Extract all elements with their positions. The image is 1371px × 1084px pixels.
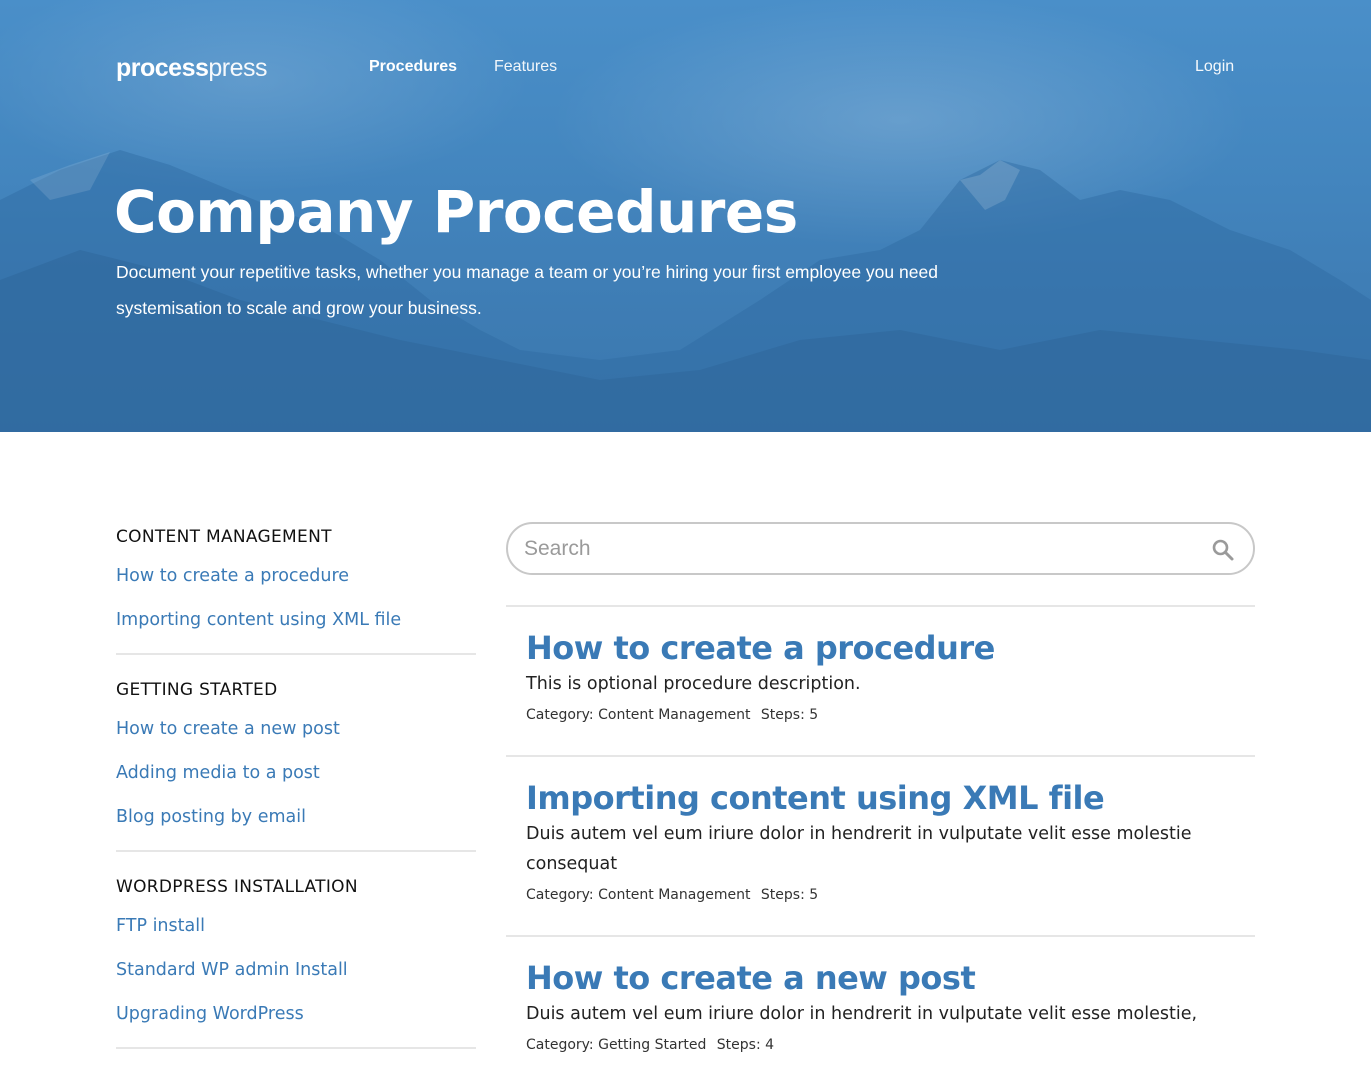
results-list: How to create a procedure This is option… [506,605,1255,1077]
top-navigation: processpress Procedures Features Login [0,0,1371,136]
result-meta: Category: Content Management Steps: 5 [526,707,1255,723]
result-description: This is optional procedure description. [526,674,861,694]
processpress-logo[interactable]: processpress [116,54,268,83]
category-sidebar: CONTENT MANAGEMENT How to create a proce… [116,522,476,1069]
page-title: Company Procedures [114,178,798,246]
sidebar-link[interactable]: Upgrading WordPress [116,990,476,1039]
logo-light-text: press [208,54,268,82]
result-category: Category: Content Management [526,887,751,903]
page-subtitle: Document your repetitive tasks, whether … [116,262,938,318]
sidebar-link[interactable]: Standard WP admin Install [116,946,476,995]
category-title: GETTING STARTED [116,680,278,700]
sidebar-link[interactable]: Blog posting by email [116,793,476,842]
list-item: How to create a new post Duis autem vel … [506,937,1255,1077]
sidebar-link[interactable]: How to create a procedure [116,552,476,601]
category-group-wordpress-installation: WORDPRESS INSTALLATION FTP install Stand… [116,872,476,1049]
category-title: CONTENT MANAGEMENT [116,527,332,547]
sidebar-link[interactable]: How to create a new post [116,705,476,754]
result-description: Duis autem vel eum iriure dolor in hendr… [526,1004,1198,1024]
result-meta: Category: Content Management Steps: 5 [526,887,1255,903]
list-item: Importing content using XML file Duis au… [506,757,1255,937]
result-category: Category: Content Management [526,707,751,723]
logo-bold-text: process [116,54,209,82]
procedure-list: How to create a procedure This is option… [506,522,1255,1077]
hero-banner: processpress Procedures Features Login C… [0,0,1371,432]
result-title-link[interactable]: How to create a procedure [526,627,1255,669]
search-icon[interactable] [1211,538,1235,562]
result-title-link[interactable]: Importing content using XML file [526,777,1255,819]
result-steps: Steps: 5 [760,707,819,723]
category-title: WORDPRESS INSTALLATION [116,877,358,897]
search-input[interactable] [524,534,1204,564]
result-title-link[interactable]: How to create a new post [526,957,1255,999]
category-group-getting-started: GETTING STARTED How to create a new post… [116,675,476,852]
sidebar-link[interactable]: FTP install [116,902,476,951]
result-steps: Steps: 5 [760,887,819,903]
nav-login-link[interactable]: Login [1195,58,1234,76]
list-item: How to create a procedure This is option… [506,607,1255,757]
result-category: Category: Getting Started [526,1037,707,1053]
result-meta: Category: Getting Started Steps: 4 [526,1037,1255,1053]
nav-features-link[interactable]: Features [494,58,557,76]
nav-procedures-link[interactable]: Procedures [369,58,457,76]
search-box [506,522,1255,575]
sidebar-link[interactable]: Adding media to a post [116,749,476,798]
result-steps: Steps: 4 [716,1037,775,1053]
result-description: Duis autem vel eum iriure dolor in hendr… [526,824,1192,874]
category-group-content-management: CONTENT MANAGEMENT How to create a proce… [116,522,476,655]
sidebar-link[interactable]: Importing content using XML file [116,596,476,645]
